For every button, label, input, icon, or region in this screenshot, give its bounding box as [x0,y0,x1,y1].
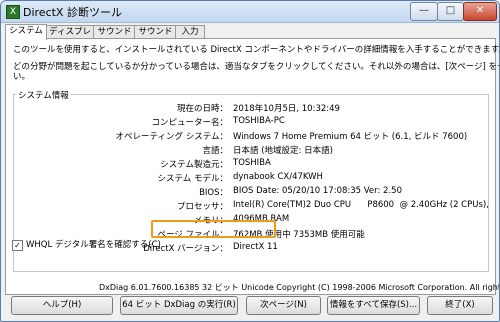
info-value: TOSHIBA [233,158,271,168]
intro-line-3: い。 [13,72,31,82]
info-row-datetime: 現在の日時： 2018年10月5日, 10:32:49 [6,102,486,114]
close-button[interactable]: ✕ [463,2,497,21]
window-title: DirectX 診断ツール [23,6,122,19]
info-value: dynabook CX/47KWH [233,172,323,182]
info-row-processor: プロセッサ： Intel(R) Core(TM)2 Duo CPU P8600 … [6,200,489,212]
save-all-info-button[interactable]: 情報をすべて保存(S)... [327,296,420,315]
info-label: コンピューター名： [151,118,228,128]
info-value: TOSHIBA-PC [233,116,285,126]
tab-system[interactable]: システム [5,24,47,40]
directx-version-highlight [151,220,276,238]
info-value: 2018年10月5日, 10:32:49 [233,104,340,114]
info-label: 現在の日時： [176,104,228,114]
whql-checkbox[interactable]: ✓ [12,240,23,251]
info-value: Windows 7 Home Premium 64 ビット (6.1, ビルド … [233,132,468,142]
tab-sound-1[interactable]: サウンド 1 [93,25,136,50]
info-row-computer-name: コンピューター名： TOSHIBA-PC [6,116,486,128]
copyright-text: DxDiag 6.01.7600.16385 32 ビット Unicode Co… [99,283,499,292]
info-row-bios: BIOS： BIOS Date: 05/20/10 17:08:35 Ver: … [6,186,486,198]
info-value: Intel(R) Core(TM)2 Duo CPU P8600 @ 2.40G… [233,200,489,210]
dxdiag-window: X DirectX 診断ツール — □ ✕ システム ディスプレイ サウンド 1… [0,0,500,322]
whql-checkbox-label: WHQL デジタル署名を確認する(C) [26,240,161,250]
info-label: 言語： [202,146,228,156]
minimize-button[interactable]: — [410,2,438,21]
info-label: システム製造元： [160,160,228,170]
info-row-model: システム モデル： dynabook CX/47KWH [6,172,486,184]
directx-app-icon: X [6,5,20,19]
system-info-group-label: システム情報 [16,89,71,101]
info-value: DirectX 11 [233,242,278,252]
maximize-button[interactable]: □ [437,2,464,21]
info-label: BIOS： [199,188,228,198]
tab-input[interactable]: 入力 [175,25,205,39]
tab-display[interactable]: ディスプレイ [45,25,95,50]
next-page-button[interactable]: 次ページ(N) [246,296,321,315]
info-label: オペレーティング システム： [115,132,228,142]
info-row-manufacturer: システム製造元： TOSHIBA [6,158,486,170]
info-row-os: オペレーティング システム： Windows 7 Home Premium 64… [6,130,486,142]
info-value: BIOS Date: 05/20/10 17:08:35 Ver: 2.50 [233,186,402,196]
exit-button[interactable]: 終了(X) [427,296,493,315]
tab-sound-2[interactable]: サウンド 2 [134,25,177,50]
run-64bit-dxdiag-button[interactable]: 64 ビット DxDiag の実行(R) [120,296,238,315]
intro-line-2: どの分野が問題を起こしているか分かっている場合は、適当なタブをクリックしてくださ… [13,62,499,72]
title-bar: X DirectX 診断ツール — □ ✕ [1,1,499,23]
help-button[interactable]: ヘルプ(H) [11,296,113,315]
intro-line-1: このツールを使用すると、インストールされている DirectX コンポーネントや… [13,45,500,55]
info-row-language: 言語： 日本語 (地域設定: 日本語) [6,144,486,156]
whql-checkbox-row[interactable]: ✓ WHQL デジタル署名を確認する(C) [12,238,161,251]
info-label: システム モデル： [157,174,228,184]
system-tab-panel: このツールを使用すると、インストールされている DirectX コンポーネントや… [5,38,499,295]
info-label: プロセッサ： [176,202,228,212]
info-value: 日本語 (地域設定: 日本語) [233,146,333,156]
